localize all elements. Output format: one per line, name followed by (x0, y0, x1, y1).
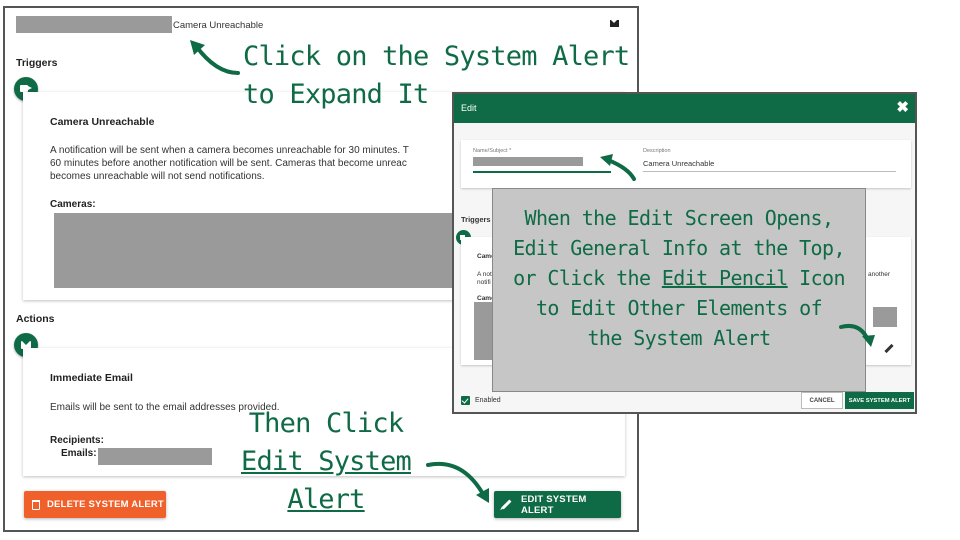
annotation-bottom-line-3: Alert (287, 484, 365, 515)
callout-line-3-pre: or Click the (513, 266, 662, 290)
annotation-top-line-1: Click on the System Alert (243, 41, 630, 72)
annotation-bottom-line-1: Then Click (248, 408, 404, 439)
delete-system-alert-button[interactable]: DELETE SYSTEM ALERT (24, 491, 166, 518)
redacted-alert-name (16, 16, 172, 33)
actions-heading: Actions (16, 313, 55, 325)
alert-header-title: Camera Unreachable (173, 20, 264, 31)
description-field-underline (643, 171, 896, 172)
callout-line-1: When the Edit Screen Opens, (524, 206, 835, 230)
general-info-form: Name/Subject * Description Camera Unreac… (461, 140, 911, 188)
action-card-title: Immediate Email (50, 372, 133, 384)
dialog-card-text-fragment-1: A noti (477, 271, 494, 278)
description-field-label: Description (643, 148, 671, 154)
annotation-expand-alert: Click on the System Alert to Expand It (243, 38, 643, 114)
callout-line-3-post: Icon (787, 266, 845, 290)
triggers-heading: Triggers (16, 57, 58, 69)
annotation-top-line-2: to Expand It (243, 79, 429, 110)
redacted-camera-list (54, 213, 474, 288)
instruction-callout: When the Edit Screen Opens, Edit General… (492, 188, 866, 392)
redacted-email (98, 448, 212, 465)
callout-line-3: or Click the Edit Pencil Icon (493, 263, 865, 293)
callout-text: When the Edit Screen Opens, Edit General… (493, 203, 865, 353)
dialog-redacted-block (873, 307, 897, 327)
dialog-card-text-fragment-3: notifi (477, 279, 491, 286)
callout-line-2: Edit General Info at the Top, (513, 236, 845, 260)
cancel-button[interactable]: CANCEL (801, 392, 843, 409)
emails-label: Emails: (61, 448, 97, 459)
description-input[interactable]: Camera Unreachable (643, 159, 714, 168)
edit-dialog-footer: Enabled CANCEL SAVE SYSTEM ALERT (454, 391, 915, 412)
mail-icon (610, 20, 619, 27)
edit-pencil-icon[interactable] (884, 343, 894, 354)
trigger-card-title: Camera Unreachable (50, 116, 155, 128)
name-field-label: Name/Subject * (473, 148, 512, 154)
annotation-edit-alert: Then Click Edit System Alert (230, 405, 422, 519)
save-system-alert-button[interactable]: SAVE SYSTEM ALERT (845, 392, 914, 409)
edit-system-alert-button[interactable]: EDIT SYSTEM ALERT (494, 491, 621, 518)
pencil-icon (501, 499, 512, 510)
dialog-triggers-heading: Triggers (461, 215, 491, 224)
callout-line-5: the System Alert (587, 326, 771, 350)
dialog-card-text-fragment-2: another (868, 271, 891, 278)
trash-icon (32, 499, 40, 510)
delete-button-label: DELETE SYSTEM ALERT (47, 499, 164, 510)
enabled-label: Enabled (475, 397, 501, 404)
callout-edit-pencil-link: Edit Pencil (661, 266, 788, 290)
name-field-underline (473, 171, 611, 173)
recipients-label: Recipients: (50, 435, 104, 446)
callout-line-4: to Edit Other Elements of (535, 296, 823, 320)
enabled-checkbox[interactable] (461, 396, 470, 405)
cameras-label: Cameras: (50, 199, 96, 210)
name-subject-input[interactable] (473, 157, 583, 166)
annotation-bottom-line-2: Edit System (240, 446, 412, 477)
close-icon[interactable]: ✖ (896, 99, 909, 117)
edit-button-label: EDIT SYSTEM ALERT (520, 493, 587, 516)
